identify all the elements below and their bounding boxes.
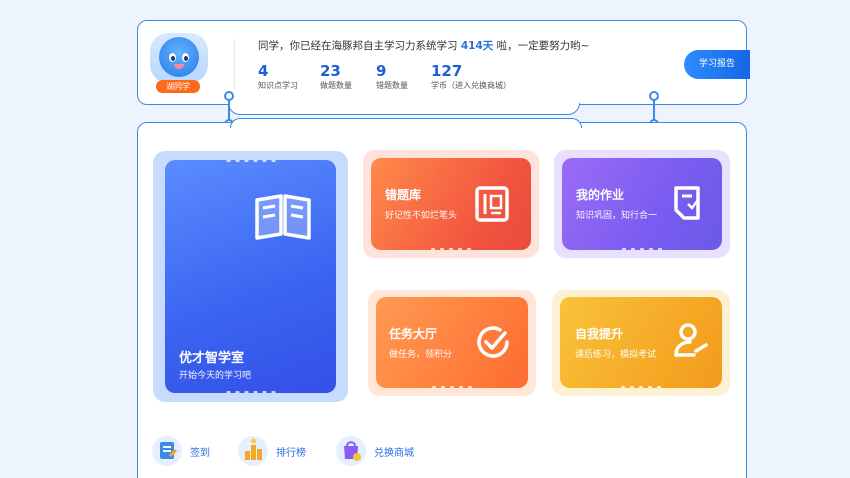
study-report-button[interactable]: 学习报告 — [684, 50, 750, 79]
greeting-days: 414天 — [460, 40, 494, 52]
greeting-text: 同学，你已经在海豚邦自主学习力系统学习 414天 啦，一定要努力哟~ — [258, 38, 589, 53]
mistake-book-icon — [475, 186, 509, 222]
check-circle-icon — [477, 326, 509, 358]
checkin-icon — [152, 436, 182, 466]
stat-value: 23 — [320, 62, 341, 80]
avatar-badge: 湖同学 — [156, 80, 200, 93]
header-notch — [228, 103, 580, 115]
book-icon — [255, 194, 311, 240]
quick-link-label: 签到 — [190, 447, 210, 459]
stat-value: 127 — [431, 62, 463, 80]
self-improve-icon — [674, 323, 708, 357]
stat-label: 做题数量 — [320, 81, 352, 90]
improve-subtitle: 课后练习，模拟考试 — [575, 350, 657, 360]
study-room-subtitle: 开始今天的学习吧 — [179, 371, 252, 381]
improve-title: 自我提升 — [575, 327, 624, 341]
tasks-card[interactable]: 任务大厅 做任务，领积分 — [376, 297, 528, 388]
homework-icon — [674, 186, 700, 220]
quick-link-checkin[interactable]: 签到 — [152, 436, 210, 466]
greeting-prefix: 同学，你已经在海豚邦自主学习力系统学习 — [258, 40, 458, 52]
stat-mistakes: 9 错题数量 — [376, 62, 408, 91]
mistakes-title: 错题库 — [385, 188, 422, 202]
mistakes-subtitle: 好记性不如烂笔头 — [385, 211, 458, 221]
tasks-title: 任务大厅 — [389, 327, 438, 341]
avatar[interactable] — [150, 33, 208, 83]
ranking-icon — [238, 436, 268, 466]
mistakes-card[interactable]: 错题库 好记性不如烂笔头 — [371, 158, 531, 250]
stat-label: 错题数量 — [376, 81, 408, 90]
stat-value: 4 — [258, 62, 269, 80]
study-room-card[interactable]: 优才智学室 开始今天的学习吧 — [165, 160, 336, 393]
stat-questions: 23 做题数量 — [320, 62, 352, 91]
study-room-title: 优才智学室 — [179, 351, 245, 366]
stat-knowledge: 4 知识点学习 — [258, 62, 298, 91]
store-icon — [336, 436, 366, 466]
quick-link-label: 兑换商城 — [374, 447, 414, 459]
improve-card[interactable]: 自我提升 课后练习，模拟考试 — [560, 297, 722, 388]
header-divider — [234, 38, 235, 90]
homework-subtitle: 知识巩固，知行合一 — [576, 211, 658, 221]
quick-link-label: 排行榜 — [276, 447, 306, 459]
tasks-subtitle: 做任务，领积分 — [389, 350, 453, 360]
homework-title: 我的作业 — [576, 188, 625, 202]
stat-label: 知识点学习 — [258, 81, 298, 90]
dolphin-mascot-icon — [159, 37, 199, 77]
quick-link-store[interactable]: 兑换商城 — [336, 436, 414, 466]
homework-card[interactable]: 我的作业 知识巩固，知行合一 — [562, 158, 722, 250]
stat-value: 9 — [376, 62, 387, 80]
stat-coins[interactable]: 127 学币（进入兑换商城） — [431, 62, 511, 91]
greeting-suffix: 啦，一定要努力哟~ — [496, 40, 590, 52]
quick-link-ranking[interactable]: 排行榜 — [238, 436, 306, 466]
stat-label: 学币（进入兑换商城） — [431, 81, 511, 90]
main-panel-tab — [230, 118, 582, 128]
